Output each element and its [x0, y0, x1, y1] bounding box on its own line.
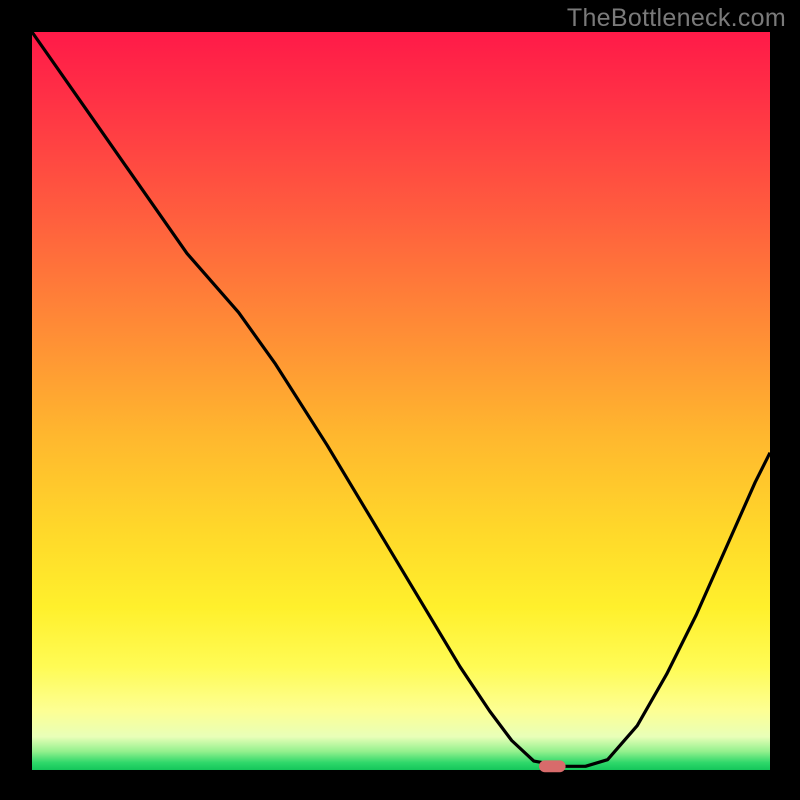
bottleneck-curve: [32, 32, 770, 766]
plot-area: [32, 32, 770, 770]
attribution-label: TheBottleneck.com: [567, 4, 786, 33]
optimum-marker: [539, 760, 566, 772]
curve-layer: [32, 32, 770, 770]
